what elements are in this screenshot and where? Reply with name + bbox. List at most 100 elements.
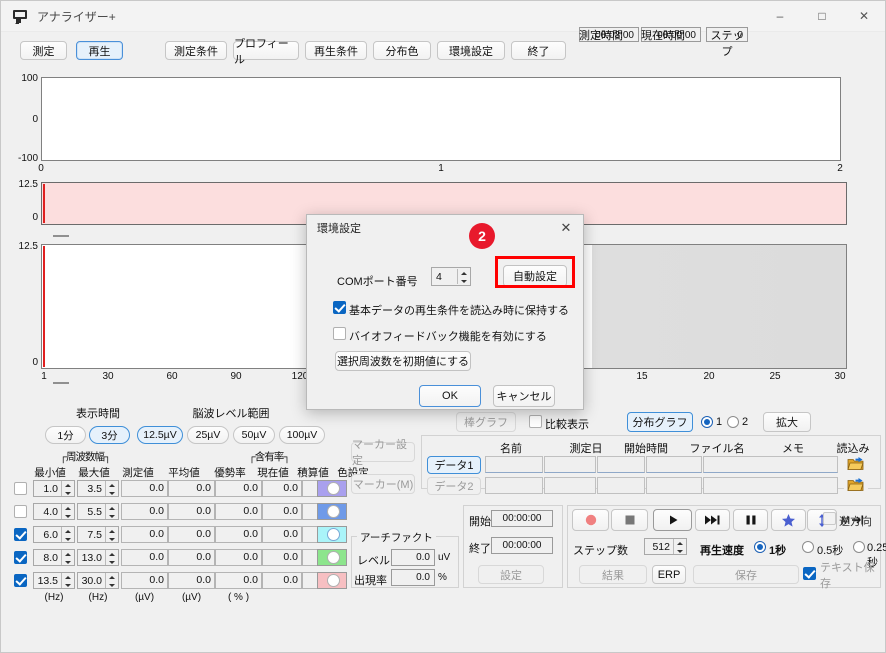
toolbar-button-exit[interactable]: 終了: [511, 41, 566, 60]
data-row-1-button[interactable]: データ1: [427, 456, 481, 474]
biofeedback-enable-checkbox[interactable]: [333, 327, 346, 340]
range-start-value[interactable]: 00:00:00: [491, 510, 553, 527]
band-row-4-enable-checkbox[interactable]: [14, 551, 27, 564]
toolbar-button-measure-conditions[interactable]: 測定条件: [165, 41, 227, 60]
band-row-5-min-arrows[interactable]: [61, 573, 74, 588]
band-row-3-min-arrows[interactable]: [61, 527, 74, 542]
band-row-3-max-arrows[interactable]: [105, 527, 118, 542]
band-row-3-max-spinner[interactable]: 7.5: [77, 526, 119, 543]
play-icon[interactable]: [653, 509, 692, 531]
level-range-100[interactable]: 100µV: [279, 426, 325, 444]
band-row-2-max-arrows[interactable]: [105, 504, 118, 519]
text-save-checkbox[interactable]: [803, 567, 816, 580]
data-row-1-start-field[interactable]: [597, 456, 645, 473]
text-save-label[interactable]: テキスト保存: [819, 562, 879, 590]
pause-icon[interactable]: [733, 509, 768, 531]
data-row-1-memo-field[interactable]: [703, 456, 838, 473]
band-row-5-max-spinner[interactable]: 30.0: [77, 572, 119, 589]
data-row-2-file-field[interactable]: [646, 477, 702, 494]
band-row-1-min-spinner[interactable]: 1.0: [33, 480, 75, 497]
star-icon[interactable]: [771, 509, 806, 531]
playback-speed-025s-radio[interactable]: [853, 541, 865, 553]
com-port-spinner[interactable]: 4: [431, 267, 471, 286]
band-row-4-select-radio[interactable]: [327, 551, 340, 564]
band-row-2-min-arrows[interactable]: [61, 504, 74, 519]
bar-graph-button[interactable]: 棒グラフ: [456, 412, 516, 432]
marker-settings-button[interactable]: マーカー設定: [351, 439, 415, 467]
spectrum-plot-scroll-handle[interactable]: [53, 382, 69, 384]
toolbar-button-measure[interactable]: 測定: [20, 41, 67, 60]
data-row-2-button[interactable]: データ2: [427, 477, 481, 495]
level-range-50[interactable]: 50µV: [233, 426, 275, 444]
data-row-1-name-field[interactable]: [485, 456, 543, 473]
toolbar-button-playback-conditions[interactable]: 再生条件: [305, 41, 367, 60]
band-row-4-max-arrows[interactable]: [105, 550, 118, 565]
compare-display-checkbox[interactable]: [529, 415, 542, 428]
erp-button[interactable]: ERP: [652, 565, 686, 584]
data-row-2-date-field[interactable]: [544, 477, 596, 494]
toolbar-button-playback[interactable]: 再生: [76, 41, 123, 60]
distribution-radio-1[interactable]: [701, 416, 713, 428]
band-row-5-select-radio[interactable]: [327, 574, 340, 587]
band-row-2-select-radio[interactable]: [327, 505, 340, 518]
skip-forward-icon[interactable]: [695, 509, 730, 531]
band-row-1-max-arrows[interactable]: [105, 481, 118, 496]
data-row-2-folder-open-icon[interactable]: [844, 474, 868, 496]
toolbar-button-distribution-color[interactable]: 分布色: [373, 41, 431, 60]
data-row-2-start-field[interactable]: [597, 477, 645, 494]
dialog-cancel-button[interactable]: キャンセル: [493, 385, 555, 407]
com-port-arrows[interactable]: [457, 269, 470, 284]
range-set-button[interactable]: 設定: [478, 565, 544, 584]
distribution-graph-button[interactable]: 分布グラフ: [627, 412, 693, 432]
band-row-4-max-spinner[interactable]: 13.0: [77, 549, 119, 566]
data-row-1-folder-open-icon[interactable]: [844, 453, 868, 475]
level-range-25[interactable]: 25µV: [187, 426, 229, 444]
band-row-2-min-spinner[interactable]: 4.0: [33, 503, 75, 520]
band-row-1-min-arrows[interactable]: [61, 481, 74, 496]
maximize-button[interactable]: □: [801, 1, 843, 31]
band-row-1-max-spinner[interactable]: 3.5: [77, 480, 119, 497]
record-icon[interactable]: [572, 509, 609, 531]
dialog-ok-button[interactable]: OK: [419, 385, 481, 407]
zoom-button[interactable]: 拡大: [763, 412, 811, 432]
data-row-1-date-field[interactable]: [544, 456, 596, 473]
data-row-2-memo-field[interactable]: [703, 477, 838, 494]
band-row-3-enable-checkbox[interactable]: [14, 528, 27, 541]
band-row-2-enable-checkbox[interactable]: [14, 505, 27, 518]
band-row-3-min-spinner[interactable]: 6.0: [33, 526, 75, 543]
band-row-5-max-arrows[interactable]: [105, 573, 118, 588]
close-button[interactable]: ✕: [843, 1, 885, 31]
band-row-3-select-radio[interactable]: [327, 528, 340, 541]
data-row-1-file-field[interactable]: [646, 456, 702, 473]
band-row-2-max-spinner[interactable]: 5.5: [77, 503, 119, 520]
dialog-close-icon[interactable]: ✕: [549, 215, 583, 241]
band-row-5-min-spinner[interactable]: 13.5: [33, 572, 75, 589]
band-row-1-select-radio[interactable]: [327, 482, 340, 495]
band-row-4-min-arrows[interactable]: [61, 550, 74, 565]
band-row-4-min-spinner[interactable]: 8.0: [33, 549, 75, 566]
range-end-value[interactable]: 00:00:00: [491, 537, 553, 554]
band-row-5-enable-checkbox[interactable]: [14, 574, 27, 587]
data-row-2-name-field[interactable]: [485, 477, 543, 494]
step-count-arrows[interactable]: [673, 539, 686, 554]
distribution-radio-2[interactable]: [727, 416, 739, 428]
stop-icon[interactable]: [611, 509, 648, 531]
display-time-1min[interactable]: 1分: [45, 426, 86, 444]
save-button[interactable]: 保存: [693, 565, 799, 584]
waveform-plot[interactable]: [41, 77, 841, 161]
display-time-3min[interactable]: 3分: [89, 426, 130, 444]
step-count-spinner[interactable]: 512: [644, 538, 687, 555]
toolbar-button-profile[interactable]: プロフィール: [233, 38, 299, 66]
result-button[interactable]: 結果: [579, 565, 647, 584]
minimize-button[interactable]: –: [759, 1, 801, 31]
band-row-1-enable-checkbox[interactable]: [14, 482, 27, 495]
toolbar-button-environment-settings[interactable]: 環境設定: [437, 41, 505, 60]
keep-playback-conditions-checkbox[interactable]: [333, 301, 346, 314]
playback-speed-05s-radio[interactable]: [802, 541, 814, 553]
level-plot-scroll-handle[interactable]: [53, 235, 69, 237]
marker-button[interactable]: マーカー(M): [351, 474, 415, 494]
level-range-12-5[interactable]: 12.5µV: [137, 426, 183, 444]
reverse-direction-checkbox[interactable]: [823, 512, 836, 525]
playback-speed-1s-radio[interactable]: [754, 541, 766, 553]
reset-frequency-button[interactable]: 選択周波数を初期値にする: [335, 351, 471, 371]
